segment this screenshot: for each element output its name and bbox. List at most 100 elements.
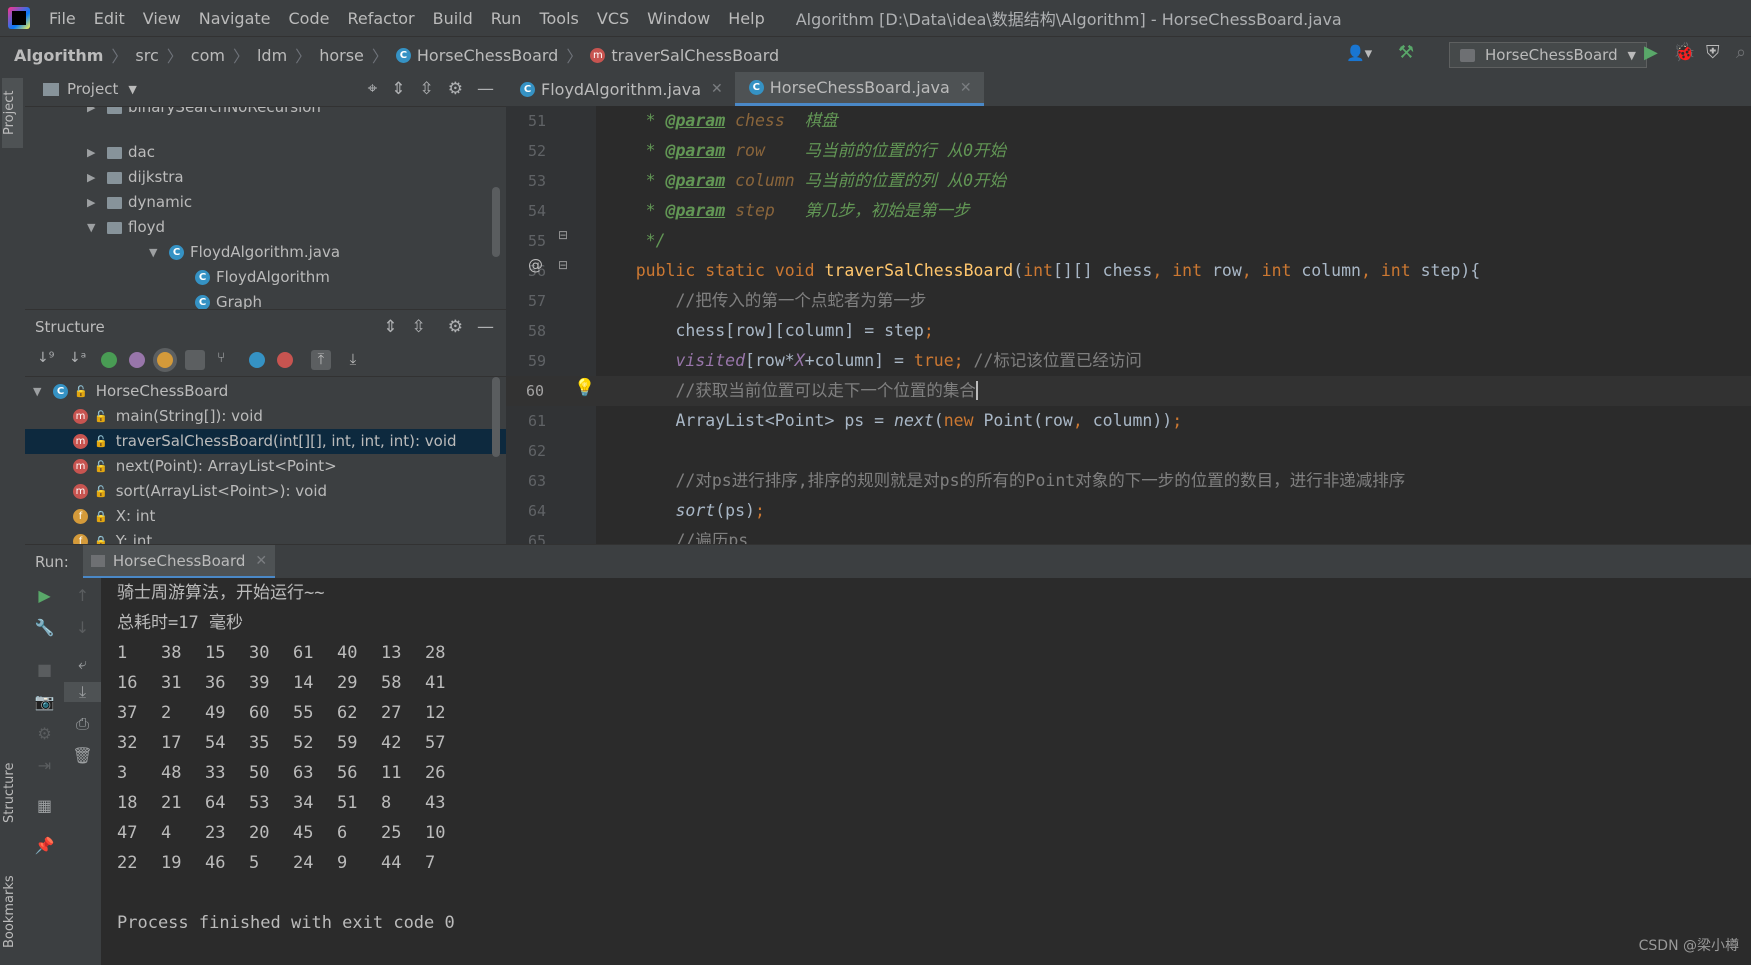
line-number: 53 bbox=[527, 172, 546, 190]
structure-member-selected[interactable]: m 🔓 traverSalChessBoard(int[][], int, int,… bbox=[25, 429, 506, 454]
expand-all-icon[interactable]: ⇕ bbox=[391, 79, 405, 99]
build-hammer-icon[interactable]: ⚒ bbox=[1398, 42, 1420, 64]
breadcrumb-class[interactable]: HorseChessBoard bbox=[417, 46, 558, 65]
scroll-to-end-icon[interactable]: ⤓ bbox=[64, 682, 101, 702]
print-icon[interactable]: ⎙ bbox=[64, 714, 101, 734]
rerun-icon[interactable]: ▶ bbox=[25, 586, 64, 605]
show-anonymous-icon[interactable] bbox=[249, 352, 265, 368]
menu-navigate[interactable]: Navigate bbox=[190, 9, 280, 28]
menu-tools[interactable]: Tools bbox=[530, 9, 587, 28]
layout-icon[interactable]: ▦ bbox=[25, 796, 64, 815]
breadcrumb-ldm[interactable]: ldm bbox=[257, 46, 287, 65]
structure-tool-tab[interactable]: Structure bbox=[2, 748, 23, 838]
breadcrumb-com[interactable]: com bbox=[191, 46, 225, 65]
close-icon[interactable]: ✕ bbox=[960, 80, 972, 96]
show-properties-icon[interactable] bbox=[129, 352, 145, 368]
settings-gear-icon[interactable]: ⚙ bbox=[448, 317, 463, 337]
menu-file[interactable]: File bbox=[40, 9, 85, 28]
menu-edit[interactable]: Edit bbox=[85, 9, 134, 28]
sort-alphabetically-icon[interactable]: ↓ᵃ bbox=[69, 350, 89, 370]
run-configuration-select[interactable]: HorseChessBoard ▼ bbox=[1449, 42, 1647, 68]
lightbulb-icon[interactable]: 💡 bbox=[574, 378, 595, 398]
project-scrollbar[interactable] bbox=[492, 187, 500, 257]
run-tab[interactable]: HorseChessBoard ✕ bbox=[82, 545, 276, 579]
close-icon[interactable]: ✕ bbox=[711, 81, 723, 97]
expand-all-icon[interactable]: ⇕ bbox=[383, 317, 397, 337]
search-everywhere-icon[interactable]: ⌕ bbox=[1736, 42, 1746, 63]
structure-member[interactable]: f 🔒 X: int bbox=[73, 504, 155, 529]
structure-root[interactable]: ▼ C 🔓 HorseChessBoard bbox=[33, 379, 228, 404]
minimize-icon[interactable]: — bbox=[477, 317, 494, 337]
tab-horse-chess-board[interactable]: C HorseChessBoard.java ✕ bbox=[734, 72, 984, 106]
fold-icon[interactable]: ⊟ bbox=[558, 258, 568, 272]
autoscroll-from-source-icon[interactable]: ⤓ bbox=[343, 350, 363, 370]
show-inherited-icon[interactable] bbox=[101, 352, 117, 368]
tree-item[interactable]: C FloydAlgorithm bbox=[195, 265, 330, 290]
settings-gear-icon[interactable]: ⚙ bbox=[25, 724, 64, 743]
tree-item[interactable]: ▶ dynamic bbox=[87, 190, 192, 215]
collapse-all-icon[interactable]: ⇳ bbox=[412, 317, 426, 337]
structure-scrollbar[interactable] bbox=[492, 377, 500, 457]
bookmarks-tool-tab[interactable]: Bookmarks bbox=[2, 862, 23, 962]
autoscroll-to-source-icon[interactable]: ⤒ bbox=[311, 350, 331, 370]
close-icon[interactable]: ✕ bbox=[255, 553, 267, 569]
collapse-all-icon[interactable]: ⇳ bbox=[420, 79, 434, 99]
console-output[interactable]: 骑士周游算法，开始运行~~ 总耗时=17 毫秒 1 38 15 30 61 40 13 28 1… bbox=[101, 578, 1751, 965]
menu-view[interactable]: View bbox=[134, 9, 190, 28]
structure-member[interactable]: m 🔓 main(String[]): void bbox=[73, 404, 263, 429]
trash-icon[interactable]: 🗑 bbox=[64, 746, 101, 765]
structure-member[interactable]: m 🔓 next(Point): ArrayList<Point> bbox=[73, 454, 337, 479]
board-cell: 41 bbox=[425, 673, 446, 693]
wrench-icon[interactable]: 🔧 bbox=[25, 618, 64, 637]
breadcrumb-horse[interactable]: horse bbox=[319, 46, 364, 65]
settings-gear-icon[interactable]: ⚙ bbox=[448, 79, 463, 99]
run-icon[interactable]: ▶ bbox=[1644, 42, 1658, 63]
watermark: CSDN @梁小樽 bbox=[1638, 938, 1739, 954]
annotation-at-icon[interactable]: @ bbox=[528, 256, 543, 274]
stop-icon[interactable]: ■ bbox=[25, 660, 64, 679]
minimize-icon[interactable]: — bbox=[477, 79, 494, 99]
breadcrumb-src[interactable]: src bbox=[135, 46, 158, 65]
tree-item[interactable]: ▶ dac bbox=[87, 140, 155, 165]
tree-item[interactable]: ▼ C FloydAlgorithm.java bbox=[149, 240, 340, 265]
locate-target-icon[interactable]: ⌖ bbox=[368, 79, 378, 99]
tab-floyd-algorithm[interactable]: C FloydAlgorithm.java ✕ bbox=[506, 72, 735, 106]
pin-icon[interactable]: 📌 bbox=[25, 836, 64, 855]
show-lambdas-tree-icon[interactable]: ⑂ bbox=[217, 350, 237, 370]
chevron-right-icon: ▶ bbox=[87, 107, 96, 114]
show-non-public-icon[interactable] bbox=[185, 350, 205, 370]
menu-window[interactable]: Window bbox=[638, 9, 719, 28]
exit-icon[interactable]: ⇥ bbox=[25, 756, 64, 775]
menu-code[interactable]: Code bbox=[280, 9, 339, 28]
chevron-down-icon[interactable]: ▼ bbox=[128, 83, 136, 96]
soft-wrap-icon[interactable]: ⤶ bbox=[64, 654, 101, 674]
user-account-icon[interactable]: 👤▾ bbox=[1346, 44, 1380, 64]
arrow-up-icon[interactable]: ↑ bbox=[64, 586, 101, 605]
show-fields-icon[interactable] bbox=[157, 352, 173, 368]
board-cell: 59 bbox=[337, 733, 358, 753]
tree-item[interactable]: C Graph bbox=[195, 290, 262, 310]
menu-run[interactable]: Run bbox=[482, 9, 531, 28]
menu-help[interactable]: Help bbox=[719, 9, 773, 28]
tree-item[interactable]: ▼ floyd bbox=[87, 215, 165, 240]
coverage-icon[interactable]: ⛨ bbox=[1706, 42, 1720, 63]
debug-bug-icon[interactable]: 🐞 bbox=[1673, 42, 1695, 63]
tree-item[interactable]: ▶ binarySearchNoRecursion bbox=[87, 107, 321, 120]
tree-item[interactable]: ▶ dijkstra bbox=[87, 165, 184, 190]
menu-vcs[interactable]: VCS bbox=[588, 9, 638, 28]
menu-refactor[interactable]: Refactor bbox=[338, 9, 423, 28]
structure-member[interactable]: f 🔒 Y: int bbox=[73, 529, 152, 545]
project-tool-tab[interactable]: Project bbox=[2, 78, 23, 148]
breadcrumb-method[interactable]: traverSalChessBoard bbox=[611, 46, 779, 65]
breadcrumb-project[interactable]: Algorithm bbox=[14, 46, 103, 65]
fold-icon[interactable]: ⊟ bbox=[558, 228, 568, 242]
sort-by-visibility-icon[interactable]: ↓⁹ bbox=[37, 350, 57, 370]
camera-icon[interactable]: 📷 bbox=[25, 692, 64, 711]
menu-build[interactable]: Build bbox=[424, 9, 482, 28]
code-editor[interactable]: * @param chess 棋盘 * @param row 马当前的位置的行 … bbox=[596, 106, 1751, 544]
board-cell: 33 bbox=[205, 763, 226, 783]
structure-member[interactable]: m 🔓 sort(ArrayList<Point>): void bbox=[73, 479, 327, 504]
project-panel-title[interactable]: Project bbox=[67, 80, 118, 98]
arrow-down-icon[interactable]: ↓ bbox=[64, 618, 101, 637]
show-lambdas-icon[interactable] bbox=[277, 352, 293, 368]
